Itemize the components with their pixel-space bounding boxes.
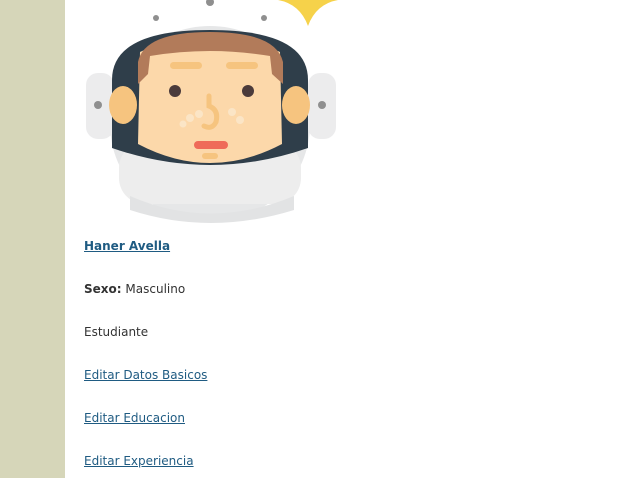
profile-page: Haner Avella Sexo: Masculino Estudiante … [0,0,637,478]
edit-education-link[interactable]: Editar Educacion [84,410,185,426]
edit-experience-link[interactable]: Editar Experiencia [84,453,194,469]
sex-value: Masculino [125,282,186,296]
edit-basic-data-link[interactable]: Editar Datos Basicos [84,367,207,383]
role-label: Estudiante [84,325,149,339]
star-icon [278,0,338,26]
astronaut-avatar-icon [86,0,338,223]
sex-row: Sexo: Masculino [84,281,185,297]
left-sidebar [0,0,65,478]
profile-name-link[interactable]: Haner Avella [84,238,170,254]
sex-label: Sexo: [84,282,122,296]
